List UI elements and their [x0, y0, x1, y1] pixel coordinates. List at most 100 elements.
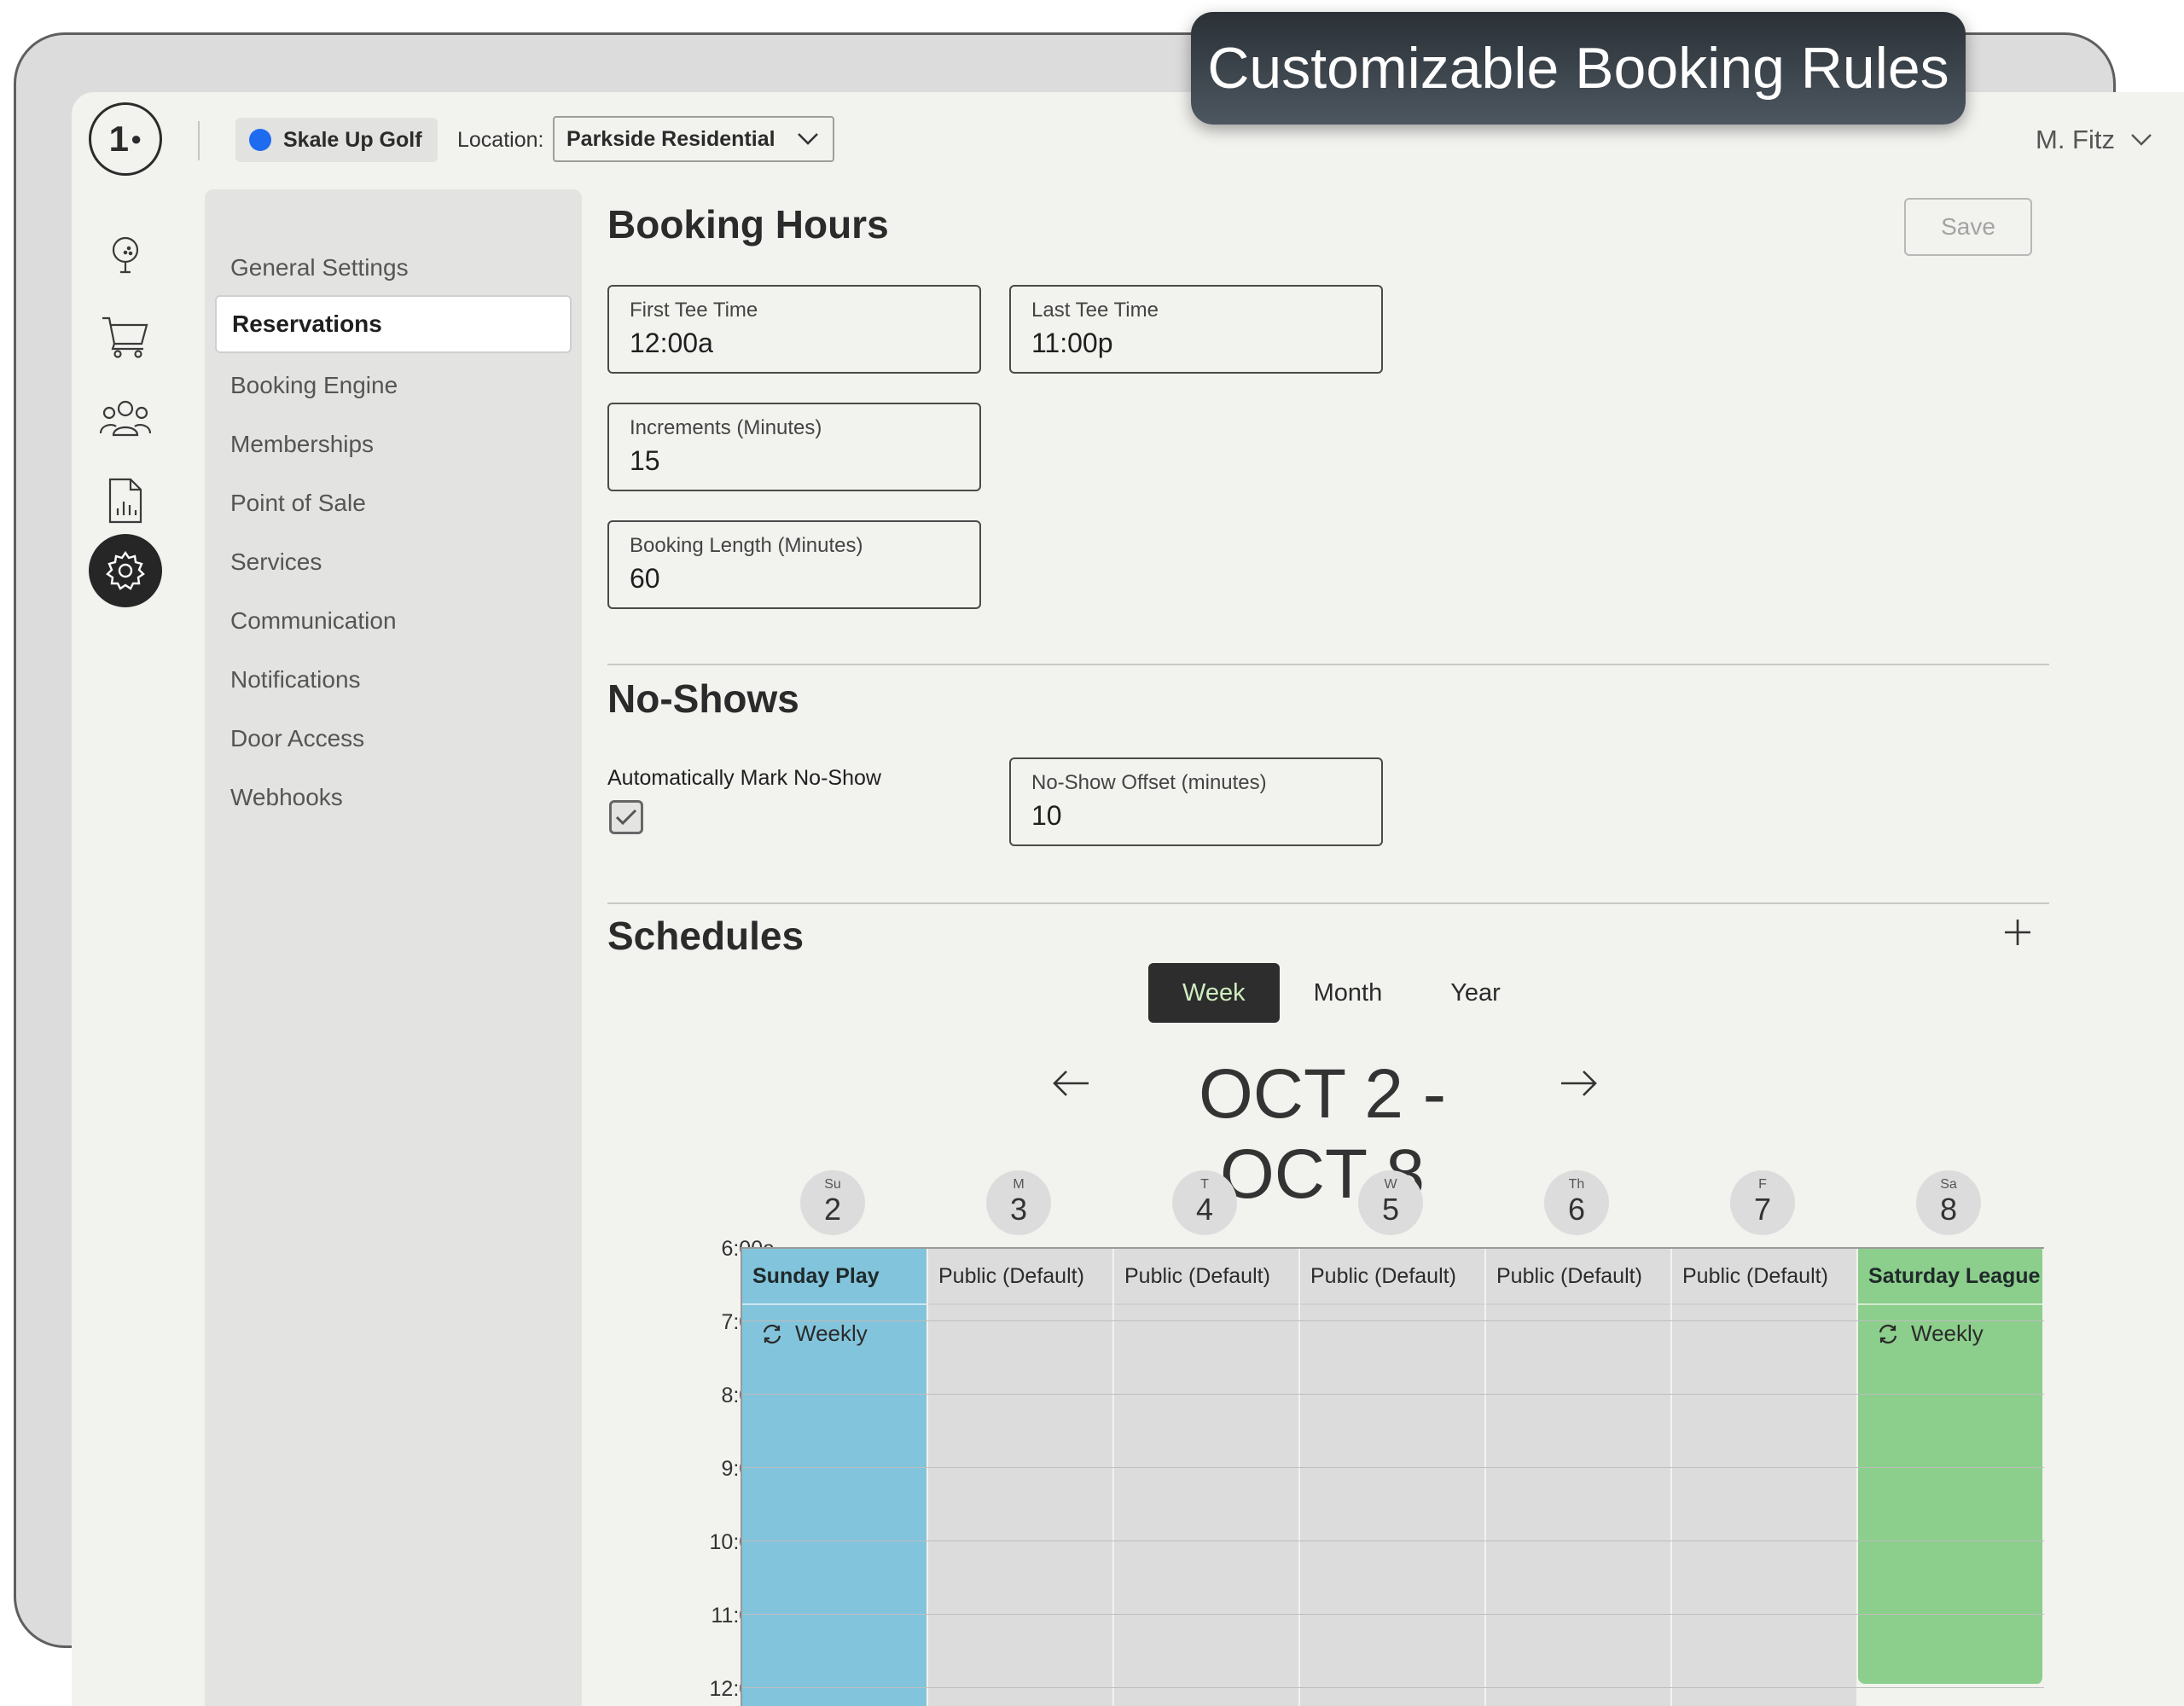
schedule-block-saturday-league[interactable]: Saturday League Weekly: [1858, 1249, 2044, 1684]
gear-icon[interactable]: [89, 534, 162, 607]
day-abbr: W: [1384, 1177, 1397, 1192]
repeat-icon: [763, 1324, 781, 1343]
view-year-button[interactable]: Year: [1416, 963, 1535, 1023]
location-select[interactable]: Parkside Residential: [553, 116, 834, 162]
save-button[interactable]: Save: [1904, 198, 2032, 256]
first-tee-time-field[interactable]: First Tee Time 12:00a: [607, 285, 981, 374]
day-number: 2: [823, 1192, 842, 1227]
arrow-left-icon: [1053, 1071, 1089, 1096]
day-header-saturday[interactable]: Sa 8: [1916, 1170, 1981, 1235]
schedule-block-public-default[interactable]: Public (Default): [1672, 1249, 1858, 1706]
field-label: No-Show Offset (minutes): [1031, 771, 1267, 794]
user-name: M. Fitz: [2036, 125, 2115, 154]
schedule-block-title: Public (Default): [1114, 1249, 1298, 1305]
nav-item-memberships[interactable]: Memberships: [215, 415, 572, 473]
schedule-block-public-default[interactable]: Public (Default): [928, 1249, 1114, 1706]
schedule-block-title: Public (Default): [1486, 1249, 1670, 1305]
day-header-sunday[interactable]: Su 2: [800, 1170, 865, 1235]
day-number: 5: [1381, 1192, 1400, 1227]
nav-item-reservations[interactable]: Reservations: [215, 295, 572, 353]
day-number: 8: [1939, 1192, 1958, 1227]
no-shows-title: No-Shows: [607, 676, 799, 721]
checkmark-icon: [615, 809, 637, 826]
org-color-dot: [249, 129, 271, 151]
nav-item-webhooks[interactable]: Webhooks: [215, 769, 572, 827]
plus-icon: [2005, 920, 2030, 945]
users-icon[interactable]: [89, 382, 162, 456]
recurrence-text: Weekly: [1911, 1320, 1984, 1346]
section-divider: [607, 902, 2049, 904]
previous-week-button[interactable]: [1051, 1068, 1090, 1103]
nav-item-general-settings[interactable]: General Settings: [215, 239, 572, 297]
day-abbr: Sa: [1940, 1177, 1957, 1192]
schedule-block-title: Public (Default): [1300, 1249, 1484, 1305]
day-abbr: Th: [1568, 1177, 1585, 1192]
chevron-down-icon: [798, 133, 818, 145]
schedule-block-public-default[interactable]: Public (Default): [1486, 1249, 1672, 1706]
day-abbr: M: [1013, 1177, 1025, 1192]
field-value: 11:00p: [1031, 328, 1113, 358]
schedule-block-public-default[interactable]: Public (Default): [1300, 1249, 1486, 1706]
last-tee-time-field[interactable]: Last Tee Time 11:00p: [1009, 285, 1383, 374]
chevron-down-icon: [2131, 134, 2152, 146]
increments-field[interactable]: Increments (Minutes) 15: [607, 403, 981, 491]
view-toggle: Week Month Year: [1148, 963, 1535, 1023]
booking-length-field[interactable]: Booking Length (Minutes) 60: [607, 520, 981, 609]
schedule-block-title: Sunday Play: [742, 1249, 926, 1305]
day-abbr: T: [1200, 1177, 1209, 1192]
nav-item-communication[interactable]: Communication: [215, 592, 572, 650]
field-value: 12:00a: [630, 328, 713, 358]
day-header-tuesday[interactable]: T 4: [1172, 1170, 1237, 1235]
day-number: 7: [1753, 1192, 1772, 1227]
repeat-icon: [1879, 1324, 1897, 1343]
brand-logo[interactable]: 1 ●: [89, 102, 162, 176]
booking-hours-title: Booking Hours: [607, 202, 889, 247]
rail-divider: [198, 121, 200, 160]
cart-icon[interactable]: [89, 300, 162, 374]
auto-mark-no-show-label: Automatically Mark No-Show: [607, 766, 881, 790]
no-show-offset-field[interactable]: No-Show Offset (minutes) 10: [1009, 757, 1383, 846]
auto-mark-no-show-checkbox[interactable]: [609, 800, 643, 834]
golf-ball-icon[interactable]: [89, 218, 162, 292]
day-header-monday[interactable]: M 3: [986, 1170, 1051, 1235]
field-value: 60: [630, 563, 660, 594]
hour-line: [742, 1687, 2044, 1688]
schedule-block-title: Public (Default): [1672, 1249, 1856, 1305]
week-calendar-grid: Sunday Play Weekly Public (Default) Publ…: [741, 1247, 2044, 1706]
recurrence-label: Weekly: [1858, 1320, 2042, 1347]
field-value: 10: [1031, 800, 1062, 831]
org-name: Skale Up Golf: [283, 127, 422, 152]
user-menu[interactable]: M. Fitz: [2036, 125, 2152, 155]
nav-item-point-of-sale[interactable]: Point of Sale: [215, 474, 572, 532]
schedule-block-title: Public (Default): [928, 1249, 1112, 1305]
nav-item-booking-engine[interactable]: Booking Engine: [215, 357, 572, 415]
hour-line: [742, 1394, 2044, 1395]
recurrence-label: Weekly: [742, 1320, 926, 1347]
field-label: Increments (Minutes): [630, 416, 822, 439]
hour-line: [742, 1467, 2044, 1468]
view-month-button[interactable]: Month: [1280, 963, 1417, 1023]
schedule-block-public-default[interactable]: Public (Default): [1114, 1249, 1300, 1706]
schedules-title: Schedules: [607, 914, 804, 958]
add-schedule-button[interactable]: [1996, 911, 2039, 954]
view-week-button[interactable]: Week: [1148, 963, 1280, 1023]
day-header-thursday[interactable]: Th 6: [1544, 1170, 1609, 1235]
nav-item-door-access[interactable]: Door Access: [215, 710, 572, 768]
report-icon[interactable]: [89, 464, 162, 537]
section-divider: [607, 664, 2049, 665]
schedule-block-title: Saturday League: [1858, 1249, 2042, 1305]
field-label: Booking Length (Minutes): [630, 534, 863, 557]
day-number: 4: [1195, 1192, 1214, 1227]
field-label: Last Tee Time: [1031, 299, 1159, 322]
day-header-wednesday[interactable]: W 5: [1358, 1170, 1423, 1235]
nav-item-services[interactable]: Services: [215, 533, 572, 591]
day-header-friday[interactable]: F 7: [1730, 1170, 1795, 1235]
schedule-block-sunday-play[interactable]: Sunday Play Weekly: [742, 1249, 928, 1706]
hour-line: [742, 1320, 2044, 1321]
next-week-button[interactable]: [1560, 1068, 1599, 1103]
recurrence-text: Weekly: [795, 1320, 868, 1346]
hour-line: [742, 1614, 2044, 1615]
nav-item-notifications[interactable]: Notifications: [215, 651, 572, 709]
location-value: Parkside Residential: [566, 126, 775, 151]
org-switcher[interactable]: Skale Up Golf: [235, 118, 438, 162]
